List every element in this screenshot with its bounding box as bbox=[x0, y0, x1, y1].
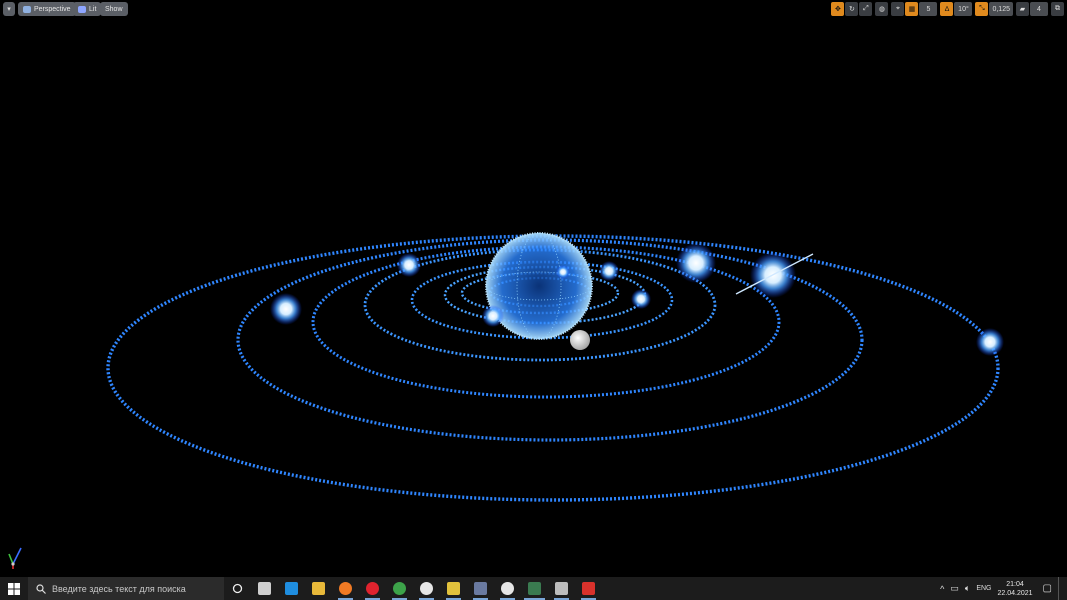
taskbar-app-chrome[interactable] bbox=[386, 577, 413, 600]
clock-date: 22.04.2021 bbox=[997, 589, 1033, 597]
planet[interactable] bbox=[270, 293, 302, 325]
start-button[interactable] bbox=[0, 577, 28, 600]
taskbar-clock[interactable]: 21:04 22.04.2021 bbox=[998, 580, 1033, 598]
taskbar-search-box[interactable]: Введите здесь текст для поиска bbox=[28, 577, 224, 600]
chrome-icon bbox=[393, 582, 406, 595]
transform-tools: ✥ ↻ ⤢ bbox=[831, 2, 873, 16]
view-mode-label: Perspective bbox=[34, 5, 71, 13]
taskbar-app-app-yellow[interactable] bbox=[440, 577, 467, 600]
taskbar-app-unreal-engine[interactable] bbox=[413, 577, 440, 600]
planet[interactable] bbox=[676, 243, 716, 283]
maximize-viewport-icon[interactable]: ⧉ bbox=[1051, 2, 1064, 16]
taskbar-app-unreal-editor[interactable] bbox=[494, 577, 521, 600]
scale-snap-icon[interactable]: ⤡ bbox=[975, 2, 989, 16]
unreal-engine-icon bbox=[420, 582, 433, 595]
clock-time: 21:04 bbox=[1006, 580, 1024, 588]
lit-mode-label: Lit bbox=[89, 5, 97, 13]
app-gray-icon bbox=[555, 582, 568, 595]
pinned-apps bbox=[251, 577, 602, 600]
taskbar-app-opera[interactable] bbox=[359, 577, 386, 600]
show-label: Show bbox=[105, 5, 123, 13]
planet[interactable] bbox=[599, 261, 619, 281]
view-mode-button[interactable]: Perspective bbox=[18, 2, 76, 16]
language-indicator[interactable]: ENG bbox=[976, 585, 991, 592]
camera-speed-icon[interactable]: ▰ bbox=[1016, 2, 1029, 16]
viewport-options-button[interactable]: ▾ bbox=[3, 2, 15, 16]
grid-snap-group: ⌖ ▦ 5 bbox=[891, 2, 938, 16]
app-yellow-icon bbox=[447, 582, 460, 595]
planet[interactable] bbox=[482, 305, 504, 327]
taskbar-app-app-gray[interactable] bbox=[548, 577, 575, 600]
chevron-down-icon: ▾ bbox=[7, 6, 11, 13]
edge-icon bbox=[285, 582, 298, 595]
unreal-editor-icon bbox=[501, 582, 514, 595]
show-desktop-button[interactable] bbox=[1058, 577, 1063, 600]
system-tray: ^ ▭ 🔈︎ ENG 21:04 22.04.2021 ▢ bbox=[940, 577, 1067, 600]
taskbar-app-edge[interactable] bbox=[278, 577, 305, 600]
cortana-circle-icon bbox=[232, 583, 243, 594]
volume-icon[interactable]: 🔈︎ bbox=[965, 583, 970, 594]
scale-snap-group: ⤡ 0,125 bbox=[975, 2, 1013, 16]
app-red-icon bbox=[582, 582, 595, 595]
grid-snap-icon[interactable]: ▦ bbox=[905, 2, 919, 16]
taskbar-app-calculator[interactable] bbox=[467, 577, 494, 600]
task-view-icon bbox=[258, 582, 271, 595]
taskbar-app-file-explorer[interactable] bbox=[305, 577, 332, 600]
taskbar-app-task-view[interactable] bbox=[251, 577, 278, 600]
network-icon[interactable]: ▭ bbox=[950, 583, 959, 594]
moon-sphere[interactable] bbox=[570, 330, 590, 350]
translate-icon[interactable]: ✥ bbox=[831, 2, 845, 16]
firefox-icon bbox=[339, 582, 352, 595]
camera-speed-value[interactable]: 4 bbox=[1030, 2, 1048, 16]
opera-icon bbox=[366, 582, 379, 595]
scale-snap-value[interactable]: 0,125 bbox=[989, 2, 1013, 16]
rotation-snap-icon[interactable]: ∆ bbox=[940, 2, 954, 16]
grid-snap-value[interactable]: 5 bbox=[919, 2, 938, 16]
lit-mode-button[interactable]: Lit bbox=[73, 2, 102, 16]
search-placeholder: Введите здесь текст для поиска bbox=[52, 583, 186, 594]
planet[interactable] bbox=[631, 289, 651, 309]
show-button[interactable]: Show bbox=[100, 2, 128, 16]
planet[interactable] bbox=[556, 265, 570, 279]
lit-sphere-icon bbox=[78, 5, 86, 13]
notification-icon[interactable]: ▢ bbox=[1043, 583, 1052, 594]
taskbar-app-app-window-active[interactable] bbox=[521, 577, 548, 600]
axis-gizmo-icon bbox=[8, 547, 22, 569]
solar-system-scene bbox=[106, 232, 1004, 502]
camera-speed-group: ▰ 4 bbox=[1016, 2, 1048, 16]
scale-icon[interactable]: ⤢ bbox=[859, 2, 873, 16]
chevron-up-icon[interactable]: ^ bbox=[940, 584, 944, 594]
windows-logo-icon bbox=[8, 582, 20, 595]
taskbar-app-app-red[interactable] bbox=[575, 577, 602, 600]
cortana-button[interactable] bbox=[224, 577, 251, 600]
surface-snap-icon[interactable]: ⌖ bbox=[891, 2, 905, 16]
sun-sphere[interactable] bbox=[485, 232, 593, 340]
app-window-active-icon bbox=[528, 582, 541, 595]
planet[interactable] bbox=[397, 253, 421, 277]
planet[interactable] bbox=[976, 328, 1004, 356]
file-explorer-icon bbox=[312, 582, 325, 595]
windows-taskbar: Введите здесь текст для поиска ^ ▭ 🔈︎ EN… bbox=[0, 577, 1067, 600]
rotation-snap-group: ∆ 10° bbox=[940, 2, 973, 16]
search-icon bbox=[36, 583, 46, 594]
rotation-snap-value[interactable]: 10° bbox=[954, 2, 973, 16]
viewport-toolbar: ✥ ↻ ⤢ ◍ ⌖ ▦ 5 ∆ 10° ⤡ 0,125 ▰ 4 ⧉ bbox=[831, 2, 1064, 16]
world-local-icon[interactable]: ◍ bbox=[875, 2, 889, 16]
taskbar-app-firefox[interactable] bbox=[332, 577, 359, 600]
calculator-icon bbox=[474, 582, 487, 595]
rotate-icon[interactable]: ↻ bbox=[845, 2, 859, 16]
perspective-icon bbox=[23, 5, 31, 13]
editor-viewport[interactable]: ▾ Perspective Lit Show ✥ ↻ ⤢ ◍ ⌖ ▦ 5 ∆ 1… bbox=[0, 0, 1067, 577]
